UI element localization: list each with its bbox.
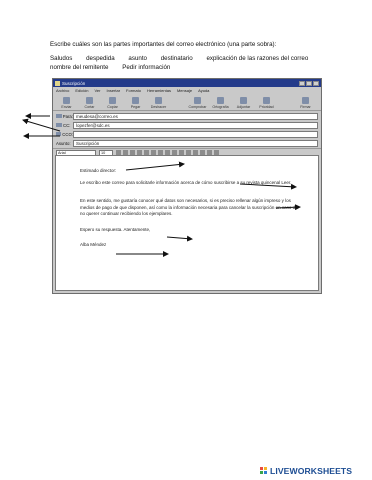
instruction-text: Escribe cuáles son las partes importante… [50, 41, 277, 48]
logo-text: LIVEWORKSHEETS [270, 466, 353, 476]
bcc-label: CCO: [62, 131, 73, 137]
to-row: Para: meudesa@correo.es [56, 112, 318, 120]
copy-button[interactable]: Copiar [102, 97, 123, 109]
title-bar: Suscripción [53, 79, 321, 87]
greeting-text: Estimado director: [80, 168, 117, 173]
body-paragraph: En este sentido, me gustaría conocer qué… [80, 198, 298, 217]
menu-ver[interactable]: Ver [94, 88, 100, 93]
menu-mensaje[interactable]: Mensaje [177, 88, 192, 93]
toolbar: Enviar Cortar Copiar Pegar Deshacer Comp… [53, 93, 321, 111]
menu-herramientas[interactable]: Herramientas [147, 88, 171, 93]
envelope-icon [55, 80, 60, 86]
message-header: Para: meudesa@correo.es CC: lopezfer@sdc… [53, 111, 321, 147]
copy-icon [109, 97, 116, 104]
logo-icon [260, 467, 268, 475]
subject-row: Asunto: Suscripción [56, 139, 318, 147]
email-window: Suscripción Archivo Edición Ver Insertar… [52, 78, 322, 294]
menu-insertar[interactable]: Insertar [106, 88, 120, 93]
to-label: Para: [62, 113, 73, 119]
maximize-button[interactable] [306, 80, 312, 86]
word-bank-item[interactable]: destinatario [161, 54, 193, 63]
spelling-button[interactable]: Ortografía [210, 97, 231, 109]
address-book-icon[interactable] [56, 114, 62, 118]
priority-button[interactable]: Prioridad [256, 97, 277, 109]
close-button[interactable] [313, 80, 319, 86]
subject-field[interactable]: Suscripción [73, 139, 318, 147]
signature-text: Alba Méndez [80, 242, 107, 247]
attach-button[interactable]: Adjuntar [233, 97, 254, 109]
word-bank-item[interactable]: Saludos [50, 54, 72, 63]
subject-label: Asunto: [56, 140, 71, 146]
scissors-icon [86, 97, 93, 104]
message-body[interactable]: Estimado director: Le escribo este corre… [55, 155, 319, 291]
check-names-button[interactable]: Comprobar [187, 97, 208, 109]
paste-button[interactable]: Pegar [125, 97, 146, 109]
minimize-button[interactable] [299, 80, 305, 86]
sign-button[interactable]: Firmar [295, 97, 316, 109]
cc-field[interactable]: lopezfer@sdc.es [73, 121, 318, 129]
sign-icon [302, 97, 309, 104]
menu-edicion[interactable]: Edición [75, 88, 88, 93]
priority-icon [263, 97, 270, 104]
word-bank-item[interactable]: despedida [86, 54, 115, 63]
to-field[interactable]: meudesa@correo.es [73, 112, 318, 120]
bcc-field[interactable] [73, 130, 318, 138]
check-icon [194, 97, 201, 104]
body-paragraph: Le escribo este correo para solicitarle … [80, 180, 292, 185]
menu-ayuda[interactable]: Ayuda [198, 88, 209, 93]
closing-text: Espero su respuesta. Atentamente, [80, 227, 151, 232]
cc-row: CC: lopezfer@sdc.es [56, 121, 318, 129]
window-title: Suscripción [62, 80, 86, 86]
word-bank: Saludos despedida asunto destinatario ex… [50, 54, 330, 72]
undo-icon [155, 97, 162, 104]
menu-archivo[interactable]: Archivo [56, 88, 69, 93]
cut-button[interactable]: Cortar [79, 97, 100, 109]
send-button[interactable]: Enviar [56, 97, 77, 109]
word-bank-item[interactable]: explicación de las razones del correo [206, 54, 308, 63]
paperclip-icon [240, 97, 247, 104]
bcc-row: CCO: [56, 130, 318, 138]
undo-button[interactable]: Deshacer [148, 97, 169, 109]
spelling-icon [217, 97, 224, 104]
address-book-icon[interactable] [56, 132, 62, 136]
paste-icon [132, 97, 139, 104]
word-bank-item[interactable]: Pedir información [122, 63, 170, 72]
menu-formato[interactable]: Formato [126, 88, 141, 93]
word-bank-item[interactable]: asunto [128, 54, 147, 63]
send-icon [63, 97, 70, 104]
address-book-icon[interactable] [56, 123, 62, 127]
cc-label: CC: [63, 122, 71, 128]
word-bank-item[interactable]: nombre del remitente [50, 63, 108, 72]
liveworksheets-logo: LIVEWORKSHEETS [260, 466, 352, 476]
